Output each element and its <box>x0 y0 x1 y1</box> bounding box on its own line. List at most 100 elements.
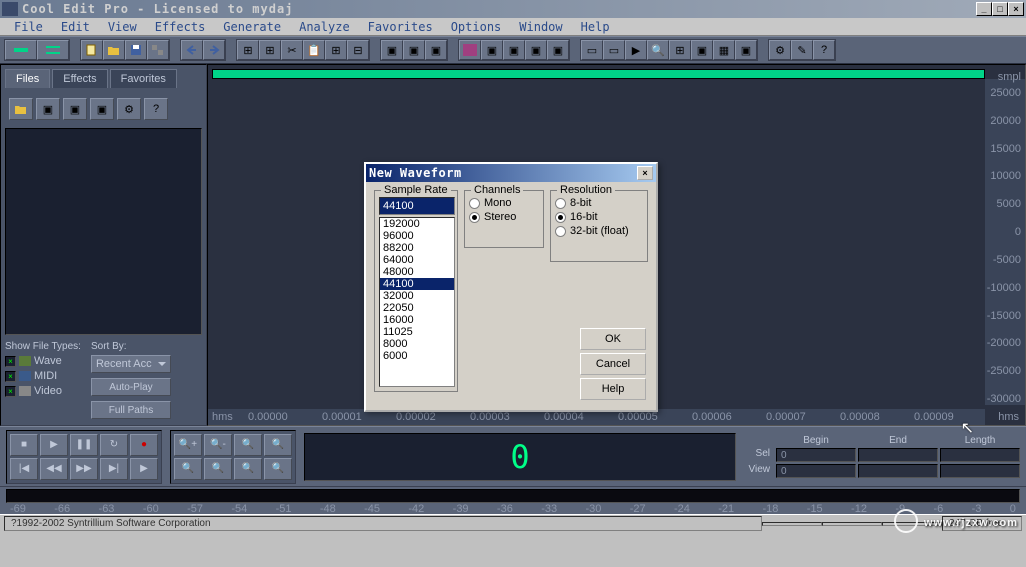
menu-generate[interactable]: Generate <box>215 20 289 34</box>
organizer-button[interactable]: ▣ <box>735 40 757 60</box>
radio-mono[interactable]: Mono <box>469 197 539 209</box>
zoom-v-out-button[interactable]: 🔍 <box>264 458 292 480</box>
samplerate-option[interactable]: 96000 <box>380 230 454 242</box>
cancel-button[interactable]: Cancel <box>580 353 646 375</box>
sel-length[interactable] <box>940 448 1020 462</box>
radio-stereo[interactable]: Stereo <box>469 211 539 223</box>
overview-bar[interactable] <box>212 69 985 79</box>
sort-recent-button[interactable]: Recent Acc <box>91 355 171 373</box>
rewind-button[interactable]: ◀◀ <box>40 458 68 480</box>
samplerate-option[interactable]: 8000 <box>380 338 454 350</box>
maximize-button[interactable]: □ <box>992 2 1008 16</box>
menu-file[interactable]: File <box>6 20 51 34</box>
side-edit-button[interactable]: ▣ <box>90 98 114 120</box>
file-list[interactable] <box>5 128 202 335</box>
menu-help[interactable]: Help <box>573 20 618 34</box>
mixer-button[interactable]: ▦ <box>713 40 735 60</box>
samplerate-option[interactable]: 48000 <box>380 266 454 278</box>
view-button-1[interactable]: ▣ <box>481 40 503 60</box>
convert-button[interactable]: ▣ <box>381 40 403 60</box>
mode-edit-button[interactable] <box>5 40 37 60</box>
view-begin[interactable]: 0 <box>776 464 856 478</box>
samplerate-option[interactable]: 88200 <box>380 242 454 254</box>
close-button[interactable]: × <box>1008 2 1024 16</box>
samplerate-option[interactable]: 22050 <box>380 302 454 314</box>
zoom-full-button[interactable]: 🔍 <box>234 434 262 456</box>
menu-favorites[interactable]: Favorites <box>360 20 441 34</box>
tool-button-1[interactable]: ▣ <box>403 40 425 60</box>
zoom-sel-button[interactable]: 🔍 <box>264 434 292 456</box>
side-help-button[interactable]: ? <box>144 98 168 120</box>
midi-checkbox[interactable]: × <box>5 371 16 382</box>
samplerate-option[interactable]: 6000 <box>380 350 454 362</box>
settings-button[interactable]: ⚙ <box>769 40 791 60</box>
samplerate-option[interactable]: 11025 <box>380 326 454 338</box>
zoom-button[interactable]: 🔍 <box>647 40 669 60</box>
play-control-button[interactable]: ▶ <box>625 40 647 60</box>
record-button[interactable]: ● <box>130 434 158 456</box>
view-length[interactable] <box>940 464 1020 478</box>
script-button[interactable]: ✎ <box>791 40 813 60</box>
tab-favorites[interactable]: Favorites <box>110 69 177 88</box>
radio-8bit[interactable]: 8-bit <box>555 197 643 209</box>
samplerate-option[interactable]: 32000 <box>380 290 454 302</box>
dialog-close-button[interactable]: × <box>637 166 653 180</box>
minimize-button[interactable]: _ <box>976 2 992 16</box>
go-start-button[interactable]: |◀ <box>10 458 38 480</box>
autoplay-button[interactable]: Auto-Play <box>91 378 171 396</box>
tab-effects[interactable]: Effects <box>52 69 107 88</box>
new-file-button[interactable] <box>81 40 103 60</box>
video-checkbox[interactable]: × <box>5 386 16 397</box>
window-button-1[interactable]: ▭ <box>581 40 603 60</box>
level-meter[interactable] <box>6 489 1020 503</box>
time-format-button[interactable]: ⊞ <box>669 40 691 60</box>
menu-edit[interactable]: Edit <box>53 20 98 34</box>
zoom-v-in-button[interactable]: 🔍 <box>234 458 262 480</box>
copy-button[interactable]: ⊞ <box>237 40 259 60</box>
go-end-button[interactable]: ▶| <box>100 458 128 480</box>
stop-button[interactable]: ■ <box>10 434 38 456</box>
zoom-out-button[interactable]: 🔍- <box>204 434 232 456</box>
copy-new-button[interactable]: ⊞ <box>259 40 281 60</box>
view-button-4[interactable]: ▣ <box>547 40 569 60</box>
menu-options[interactable]: Options <box>443 20 510 34</box>
dialog-help-button[interactable]: Help <box>580 378 646 400</box>
batch-button[interactable] <box>147 40 169 60</box>
radio-32bit[interactable]: 32-bit (float) <box>555 225 643 237</box>
samplerate-option[interactable]: 192000 <box>380 218 454 230</box>
view-button-3[interactable]: ▣ <box>525 40 547 60</box>
redo-button[interactable] <box>203 40 225 60</box>
ok-button[interactable]: OK <box>580 328 646 350</box>
tab-files[interactable]: Files <box>5 69 50 88</box>
wave-checkbox[interactable]: × <box>5 356 16 367</box>
sel-begin[interactable]: 0 <box>776 448 856 462</box>
view-button-2[interactable]: ▣ <box>503 40 525 60</box>
mix-paste-button[interactable]: ⊞ <box>325 40 347 60</box>
help-button[interactable]: ? <box>813 40 835 60</box>
samplerate-option[interactable]: 44100 <box>380 278 454 290</box>
cut-button[interactable]: ✂ <box>281 40 303 60</box>
forward-button[interactable]: ▶▶ <box>70 458 98 480</box>
cue-button[interactable]: ▣ <box>691 40 713 60</box>
open-file-button[interactable] <box>103 40 125 60</box>
fullpaths-button[interactable]: Full Paths <box>91 401 171 419</box>
radio-16bit[interactable]: 16-bit <box>555 211 643 223</box>
paste-button[interactable]: 📋 <box>303 40 325 60</box>
side-options-button[interactable]: ⚙ <box>117 98 141 120</box>
menu-view[interactable]: View <box>100 20 145 34</box>
spectral-button[interactable] <box>459 40 481 60</box>
mode-multitrack-button[interactable] <box>37 40 69 60</box>
samplerate-option[interactable]: 16000 <box>380 314 454 326</box>
view-end[interactable] <box>858 464 938 478</box>
side-insert-button[interactable]: ▣ <box>63 98 87 120</box>
zoom-in-right-button[interactable]: 🔍 <box>204 458 232 480</box>
samplerate-list[interactable]: 1920009600088200640004800044100320002205… <box>379 217 455 387</box>
window-button-2[interactable]: ▭ <box>603 40 625 60</box>
trim-button[interactable]: ⊟ <box>347 40 369 60</box>
zoom-in-button[interactable]: 🔍+ <box>174 434 202 456</box>
play-button[interactable]: ▶ <box>40 434 68 456</box>
dialog-titlebar[interactable]: New Waveform × <box>366 164 656 182</box>
tool-button-2[interactable]: ▣ <box>425 40 447 60</box>
menu-analyze[interactable]: Analyze <box>291 20 358 34</box>
pause-button[interactable]: ❚❚ <box>70 434 98 456</box>
